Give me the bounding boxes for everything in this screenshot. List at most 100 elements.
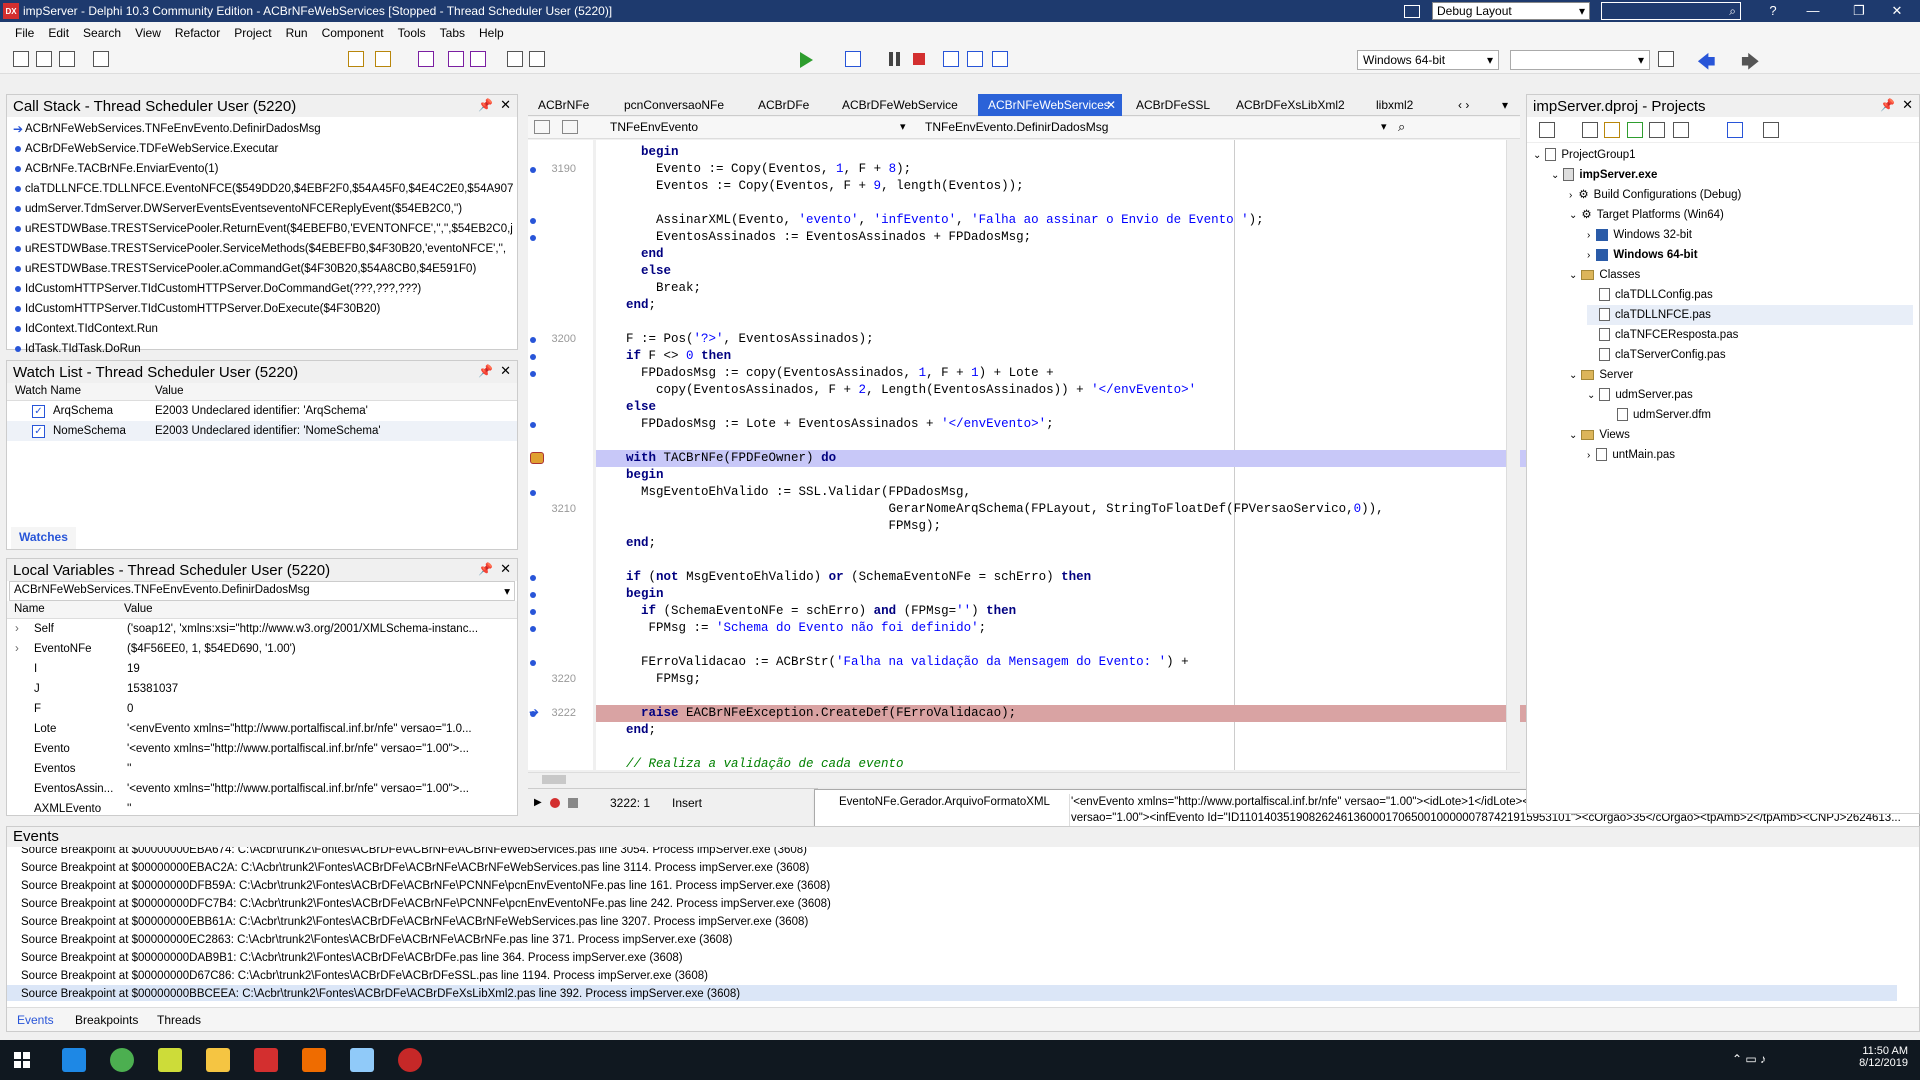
event-row[interactable]: Source Breakpoint at $00000000EBAC2A: C:… (21, 859, 809, 877)
local-var-row[interactable]: J 15381037 (7, 679, 517, 699)
menu-project[interactable]: Project (227, 26, 278, 40)
remove-file-icon[interactable] (529, 51, 545, 67)
code-line[interactable] (596, 688, 1588, 705)
tab-threads[interactable]: Threads (157, 1013, 201, 1027)
chevron-right-icon[interactable]: › (1587, 250, 1590, 261)
search-icon[interactable]: ⌕ (1398, 119, 1405, 135)
step-over-icon[interactable] (943, 51, 959, 67)
breakpoint-dot-icon[interactable] (530, 235, 536, 241)
stop-record-icon[interactable] (568, 798, 578, 808)
config-combo[interactable]: ▾ (1510, 50, 1650, 70)
project-tree-item[interactable]: ⌄ udmServer.pas (1587, 385, 1693, 405)
editor-vscrollbar[interactable] (1506, 140, 1520, 770)
pin-icon[interactable]: 📌 (478, 364, 493, 378)
call-stack-item[interactable]: IdTask.TIdTask.DoRun (11, 339, 513, 359)
project-tree-item[interactable]: claTDLLConfig.pas (1587, 285, 1713, 305)
code-line[interactable] (596, 195, 1588, 212)
notepad-icon[interactable] (158, 1048, 182, 1072)
chrome-icon[interactable] (110, 1048, 134, 1072)
code-line[interactable]: if (SchemaEventoNFe = schErro) and (FPMs… (596, 603, 1588, 620)
menu-tabs[interactable]: Tabs (433, 26, 472, 40)
minimize-button[interactable]: — (1790, 0, 1836, 22)
code-line[interactable]: Break; (596, 280, 1588, 297)
tab-breakpoints[interactable]: Breakpoints (75, 1013, 138, 1027)
delphi-icon[interactable] (254, 1048, 278, 1072)
back-icon[interactable]: 🡄 (1697, 50, 1716, 80)
local-var-row[interactable]: Lote '<envEvento xmlns="http://www.portal… (7, 719, 517, 739)
locals-name-header[interactable]: Name (14, 603, 45, 615)
run-without-debug-icon[interactable] (845, 51, 861, 67)
code-line[interactable]: end; (596, 722, 1588, 739)
event-row[interactable]: Source Breakpoint at $00000000DAB9B1: C:… (21, 949, 683, 967)
call-stack-item[interactable]: uRESTDWBase.TRESTServicePooler.ServiceMe… (11, 239, 513, 259)
project-tree-item[interactable]: › Windows 64-bit (1587, 245, 1698, 265)
local-var-row[interactable]: Eventos '' (7, 759, 517, 779)
code-line[interactable]: F := Pos('?>', EventosAssinados); (596, 331, 1588, 348)
local-var-row[interactable]: › EventoNFe ($4F56EE0, 1, $54ED690, '1.00'… (7, 639, 517, 659)
locals-context-combo[interactable]: ACBrNFeWebServices.TNFeEnvEvento.Definir… (9, 581, 515, 601)
code-line[interactable]: EventosAssinados := EventosAssinados + F… (596, 229, 1588, 246)
code-line[interactable]: FPMsg; (596, 671, 1588, 688)
chevron-down-icon[interactable]: ⌄ (1569, 210, 1577, 221)
sort-icon[interactable] (1727, 122, 1743, 138)
chevron-down-icon[interactable]: ⌄ (1533, 150, 1541, 161)
project-tree-item[interactable]: ⌄ ProjectGroup1 (1533, 145, 1636, 165)
expand-all-icon[interactable] (1763, 122, 1779, 138)
watch-row[interactable]: ✓ ArqSchema E2003 Undeclared identifier: '… (7, 401, 517, 421)
project-tree-item[interactable]: ⌄ impServer.exe (1551, 165, 1657, 185)
editor-hscrollbar[interactable] (528, 772, 1520, 786)
event-row[interactable]: Source Breakpoint at $00000000BBCEEA: C:… (7, 985, 1897, 1001)
tab-libxml2[interactable]: libxml2 (1366, 94, 1423, 116)
tab-acbrnfewebservices[interactable]: ACBrNFeWebServices ✕ (978, 94, 1122, 116)
search-box[interactable]: ⌕ (1601, 2, 1741, 20)
refresh-icon[interactable] (1627, 122, 1643, 138)
open-project-icon[interactable] (348, 51, 364, 67)
sync-icon[interactable] (1539, 122, 1555, 138)
project-tree-item[interactable]: › Windows 32-bit (1587, 225, 1692, 245)
code-line[interactable]: if F <> 0 then (596, 348, 1588, 365)
call-stack-item[interactable]: uRESTDWBase.TRESTServicePooler.ReturnEve… (11, 219, 513, 239)
tab-acbrdfessl[interactable]: ACBrDFeSSL (1126, 94, 1220, 116)
watch-value-header[interactable]: Value (155, 385, 184, 397)
code-line[interactable]: end; (596, 535, 1588, 552)
device-icon[interactable] (1658, 51, 1674, 67)
code-line[interactable] (596, 552, 1588, 569)
chevron-right-icon[interactable]: › (1569, 190, 1572, 201)
code-line[interactable]: GerarNomeArqSchema(FPLayout, StringToFlo… (596, 501, 1588, 518)
code-line[interactable]: FPDadosMsg := copy(EventosAssinados, 1, … (596, 365, 1588, 382)
platform-combo[interactable]: Windows 64-bit ▾ (1357, 50, 1499, 70)
menu-component[interactable]: Component (315, 26, 391, 40)
code-line[interactable]: copy(EventosAssinados, F + 2, Length(Eve… (596, 382, 1588, 399)
local-var-row[interactable]: › Self ('soap12', 'xmlns:xsi="http://www.w… (7, 619, 517, 639)
code-line[interactable]: begin (596, 586, 1588, 603)
watch-name-header[interactable]: Watch Name (15, 385, 81, 397)
build-icon[interactable] (1649, 122, 1665, 138)
desktop-icon[interactable] (1404, 2, 1420, 20)
menu-view[interactable]: View (128, 26, 168, 40)
event-row[interactable]: Source Breakpoint at $00000000DFB59A: C:… (21, 877, 830, 895)
call-stack-item[interactable]: ACBrDFeWebService.TDFeWebService.Executa… (11, 139, 513, 159)
code-line[interactable]: begin (596, 467, 1588, 484)
save-as-icon[interactable] (470, 51, 486, 67)
code-line[interactable] (596, 314, 1588, 331)
close-button[interactable]: ✕ (1874, 0, 1920, 22)
code-line[interactable]: AssinarXML(Evento, 'evento', 'infEvento'… (596, 212, 1588, 229)
new-icon[interactable] (13, 51, 29, 67)
pin-icon[interactable]: 📌 (478, 562, 493, 576)
project-tree-item[interactable]: claTDLLNFCE.pas (1587, 305, 1913, 325)
menu-help[interactable]: Help (472, 26, 511, 40)
call-stack-item[interactable]: IdCustomHTTPServer.TIdCustomHTTPServer.D… (11, 279, 513, 299)
menu-file[interactable]: File (8, 26, 41, 40)
tab-pcnconversaonfe[interactable]: pcnConversaoNFe (614, 94, 734, 116)
chevron-right-icon[interactable]: › (1587, 230, 1590, 241)
menu-edit[interactable]: Edit (41, 26, 76, 40)
close-panel-icon[interactable]: ✕ (500, 561, 511, 577)
expand-icon[interactable]: › (15, 639, 19, 659)
close-panel-icon[interactable]: ✕ (1902, 97, 1913, 113)
menu-tools[interactable]: Tools (391, 26, 433, 40)
code-line[interactable]: Evento := Copy(Eventos, 1, F + 8); (596, 161, 1588, 178)
breakpoint-dot-icon[interactable] (530, 422, 536, 428)
call-stack-item[interactable]: IdCustomHTTPServer.TIdCustomHTTPServer.D… (11, 299, 513, 319)
pin-icon[interactable]: 📌 (1880, 98, 1895, 112)
local-var-row[interactable]: EventosAssin... '<evento xmlns="http://ww… (7, 779, 517, 799)
